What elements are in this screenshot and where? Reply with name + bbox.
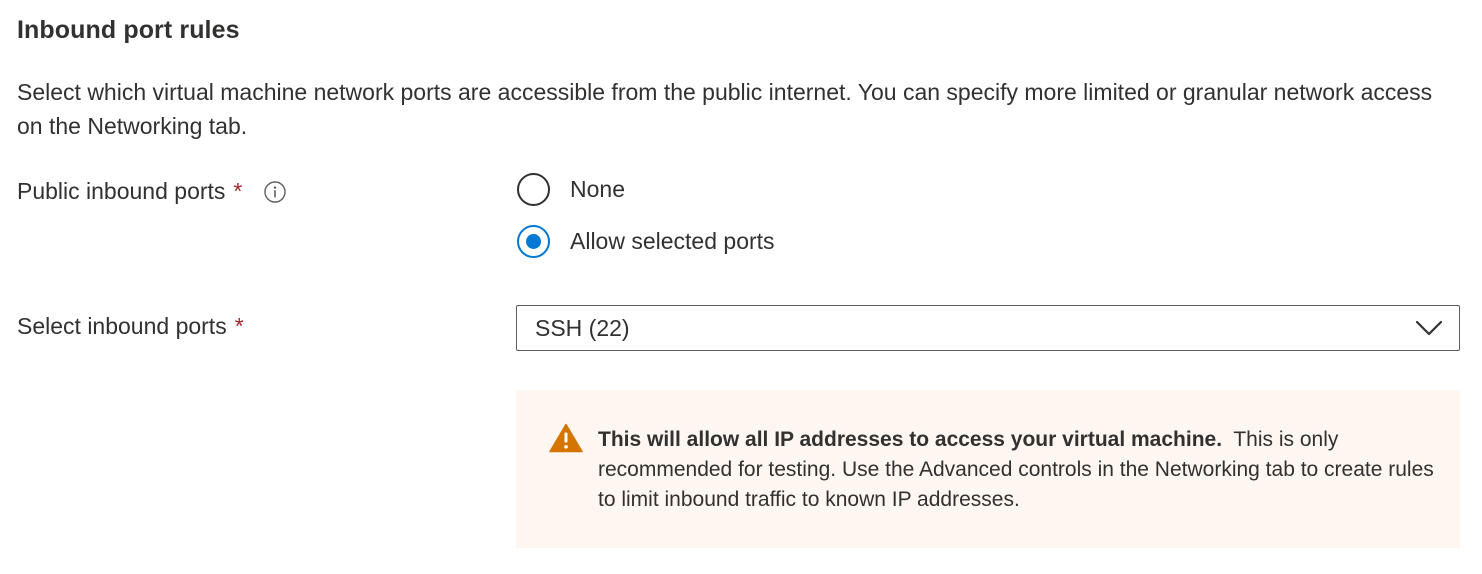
radio-label-allow-selected-ports: Allow selected ports <box>570 227 775 254</box>
warning-triangle-icon <box>549 423 583 453</box>
radio-button-none[interactable] <box>517 172 550 206</box>
warning-text: This will allow all IP addresses to acce… <box>598 425 1438 515</box>
info-icon[interactable] <box>264 180 287 203</box>
public-inbound-ports-label: Public inbound ports <box>17 178 226 204</box>
select-inbound-ports-label-row: Select inbound ports * <box>17 313 244 340</box>
radio-button-allow-selected-ports[interactable] <box>517 224 550 258</box>
select-inbound-ports-label: Select inbound ports <box>17 313 227 339</box>
chevron-down-icon <box>1415 320 1443 336</box>
public-inbound-ports-label-row: Public inbound ports * <box>17 178 287 205</box>
inbound-port-rules-section: Inbound port rules Select which virtual … <box>0 0 1482 574</box>
warning-bold-text: This will allow all IP addresses to acce… <box>598 428 1223 451</box>
public-inbound-ports-radio-group: None Allow selected ports <box>517 171 775 275</box>
required-marker: * <box>234 313 244 339</box>
required-marker: * <box>233 178 243 204</box>
radio-label-none: None <box>570 175 625 202</box>
radio-option-allow-selected-ports[interactable]: Allow selected ports <box>517 223 775 259</box>
dropdown-selected-value: SSH (22) <box>535 314 630 341</box>
warning-message-bar: This will allow all IP addresses to acce… <box>516 390 1460 548</box>
select-inbound-ports-dropdown[interactable]: SSH (22) <box>516 305 1460 351</box>
radio-option-none[interactable]: None <box>517 171 775 207</box>
section-description: Select which virtual machine network por… <box>17 79 1433 139</box>
section-title: Inbound port rules <box>17 16 240 44</box>
